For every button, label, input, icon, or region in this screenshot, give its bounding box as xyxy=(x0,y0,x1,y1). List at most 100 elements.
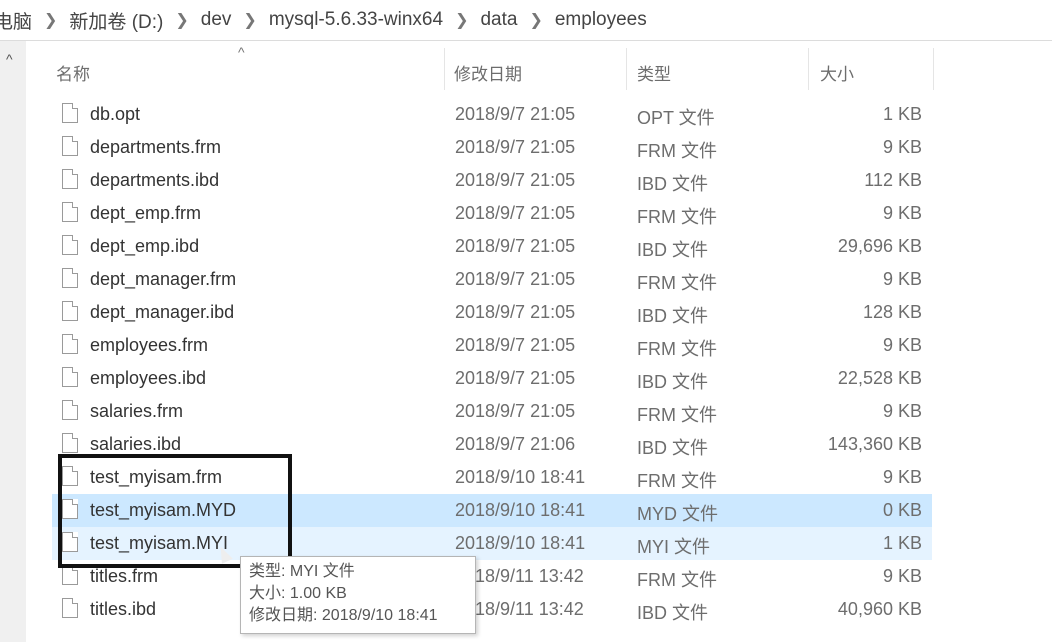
address-bar[interactable]: 电脑 ❯ 新加卷 (D:) ❯ dev ❯ mysql-5.6.33-winx6… xyxy=(0,0,1052,41)
column-header-type[interactable]: 类型 xyxy=(637,60,671,85)
breadcrumb-mysql[interactable]: mysql-5.6.33-winx64 xyxy=(263,9,449,31)
file-name: employees.frm xyxy=(90,335,209,355)
file-date: 2018/9/7 21:05 xyxy=(455,401,576,421)
tooltip-size: 大小: 1.00 KB xyxy=(249,585,347,602)
file-size: 128 KB xyxy=(862,302,922,322)
file-type: FRM 文件 xyxy=(637,405,717,425)
scroll-up-icon[interactable]: ^ xyxy=(6,51,13,67)
chevron-right-icon[interactable]: ❯ xyxy=(449,10,474,30)
column-header-date[interactable]: 修改日期 xyxy=(454,60,522,85)
file-date: 2018/9/7 21:05 xyxy=(455,368,576,388)
file-icon xyxy=(62,433,78,453)
breadcrumb-dev[interactable]: dev xyxy=(195,9,238,31)
file-type: FRM 文件 xyxy=(637,471,717,491)
file-row[interactable]: dept_emp.ibd 2018/9/7 21:05 IBD 文件 29,696 K… xyxy=(52,230,932,263)
file-date: 2018/9/7 21:05 xyxy=(455,104,576,124)
column-divider[interactable] xyxy=(626,48,627,90)
file-row[interactable]: dept_manager.frm 2018/9/7 21:05 FRM 文件 9 KB xyxy=(52,263,932,296)
file-icon xyxy=(62,400,78,420)
file-date: 2018/9/7 21:05 xyxy=(455,236,576,256)
file-type: IBD 文件 xyxy=(637,603,709,623)
file-date: 2018/9/7 21:05 xyxy=(455,170,576,190)
file-type: IBD 文件 xyxy=(637,306,709,326)
file-icon xyxy=(62,598,78,618)
file-date: 2018/9/7 21:06 xyxy=(455,434,576,454)
file-name: employees.ibd xyxy=(90,368,207,388)
file-icon xyxy=(62,565,78,585)
file-row[interactable]: employees.ibd 2018/9/7 21:05 IBD 文件 22,528 … xyxy=(52,362,932,395)
chevron-right-icon[interactable]: ❯ xyxy=(237,10,262,30)
column-header: ^ 名称 修改日期 类型 大小 xyxy=(40,44,940,94)
file-row[interactable]: dept_manager.ibd 2018/9/7 21:05 IBD 文件 128 … xyxy=(52,296,932,329)
file-date: 2018/9/7 21:05 xyxy=(455,302,576,322)
file-date: 2018/9/7 21:05 xyxy=(455,203,576,223)
file-icon xyxy=(62,367,78,387)
file-name: dept_emp.frm xyxy=(90,203,202,223)
file-name: titles.ibd xyxy=(90,599,157,619)
chevron-right-icon[interactable]: ❯ xyxy=(523,10,548,30)
file-type: FRM 文件 xyxy=(637,141,717,161)
file-type: MYD 文件 xyxy=(637,504,718,524)
file-type: FRM 文件 xyxy=(637,273,717,293)
file-size: 29,696 KB xyxy=(837,236,922,256)
file-type: FRM 文件 xyxy=(637,207,717,227)
file-row[interactable]: departments.frm 2018/9/7 21:05 FRM 文件 9 KB xyxy=(52,131,932,164)
annotation-highlight-box xyxy=(58,454,292,568)
file-name: dept_manager.frm xyxy=(90,269,237,289)
file-date: 2018/9/10 18:41 xyxy=(455,467,586,487)
file-size: 22,528 KB xyxy=(837,368,922,388)
file-name: salaries.frm xyxy=(90,401,184,421)
breadcrumb-data[interactable]: data xyxy=(474,9,523,31)
file-date: 2018/9/7 21:05 xyxy=(455,335,576,355)
file-name: db.opt xyxy=(90,104,141,124)
file-icon xyxy=(62,334,78,354)
file-name: departments.ibd xyxy=(90,170,220,190)
tooltip-type: 类型: MYI 文件 xyxy=(249,563,355,580)
breadcrumb-computer[interactable]: 电脑 xyxy=(0,7,38,34)
file-size: 143,360 KB xyxy=(827,434,922,454)
file-row[interactable]: dept_emp.frm 2018/9/7 21:05 FRM 文件 9 KB xyxy=(52,197,932,230)
navigation-pane-scrollbar[interactable]: ^ xyxy=(0,41,26,642)
file-row[interactable]: departments.ibd 2018/9/7 21:05 IBD 文件 112 K… xyxy=(52,164,932,197)
file-type: IBD 文件 xyxy=(637,240,709,260)
file-size: 9 KB xyxy=(882,137,922,157)
breadcrumb-employees[interactable]: employees xyxy=(549,9,653,31)
file-type: MYI 文件 xyxy=(637,537,711,557)
tooltip-date: 修改日期: 2018/9/10 18:41 xyxy=(249,607,438,624)
file-row[interactable]: employees.frm 2018/9/7 21:05 FRM 文件 9 KB xyxy=(52,329,932,362)
file-date: 2018/9/10 18:41 xyxy=(455,500,586,520)
column-divider[interactable] xyxy=(933,48,934,90)
column-divider[interactable] xyxy=(808,48,809,90)
sort-ascending-icon: ^ xyxy=(238,44,245,60)
file-row[interactable]: db.opt 2018/9/7 21:05 OPT 文件 1 KB xyxy=(52,98,932,131)
file-size: 0 KB xyxy=(882,500,922,520)
file-type: IBD 文件 xyxy=(637,372,709,392)
column-header-name[interactable]: 名称 xyxy=(56,60,90,85)
file-icon xyxy=(62,169,78,189)
file-size: 9 KB xyxy=(882,269,922,289)
file-row[interactable]: titles.ibd 2018/9/11 13:42 IBD 文件 40,960 KB xyxy=(52,593,932,626)
file-date: 2018/9/10 18:41 xyxy=(455,533,586,553)
file-size: 112 KB xyxy=(864,170,922,190)
file-name: salaries.ibd xyxy=(90,434,182,454)
file-size: 9 KB xyxy=(882,335,922,355)
file-date: 2018/9/7 21:05 xyxy=(455,269,576,289)
file-icon xyxy=(62,136,78,156)
file-info-tooltip: 类型: MYI 文件 大小: 1.00 KB 修改日期: 2018/9/10 1… xyxy=(240,556,476,634)
file-type: OPT 文件 xyxy=(637,108,715,128)
file-type: FRM 文件 xyxy=(637,339,717,359)
file-type: IBD 文件 xyxy=(637,438,709,458)
chevron-right-icon[interactable]: ❯ xyxy=(169,10,194,30)
column-header-size[interactable]: 大小 xyxy=(820,60,854,85)
file-size: 9 KB xyxy=(882,401,922,421)
chevron-right-icon[interactable]: ❯ xyxy=(38,10,63,30)
file-size: 1 KB xyxy=(882,104,922,124)
column-divider[interactable] xyxy=(444,48,445,90)
file-icon xyxy=(62,268,78,288)
file-row[interactable]: salaries.frm 2018/9/7 21:05 FRM 文件 9 KB xyxy=(52,395,932,428)
file-size: 40,960 KB xyxy=(837,599,922,619)
file-size: 9 KB xyxy=(882,467,922,487)
breadcrumb-drive[interactable]: 新加卷 (D:) xyxy=(63,7,169,34)
file-icon xyxy=(62,103,78,123)
file-type: FRM 文件 xyxy=(637,570,717,590)
